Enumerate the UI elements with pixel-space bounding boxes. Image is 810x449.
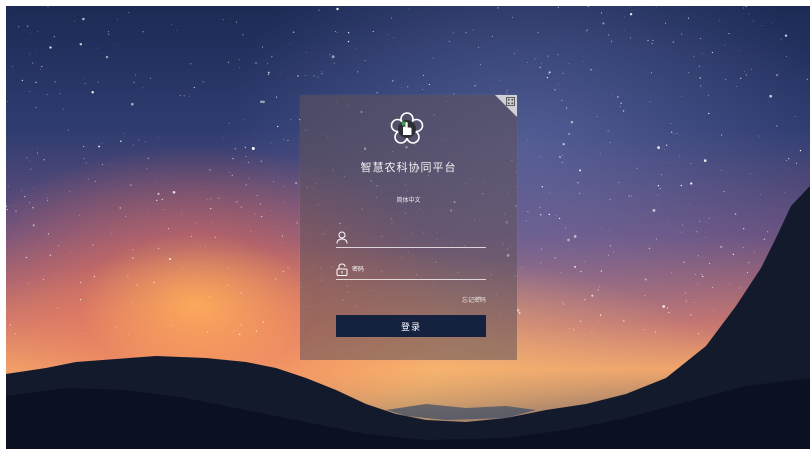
flower-hand-logo-icon [390,112,424,144]
background-night-sky: 智慧农科协同平台 简体中文 忘记密码 登录 [6,6,810,449]
username-input[interactable] [352,231,482,244]
forgot-password-link[interactable]: 忘记密码 [462,295,486,304]
login-card: 智慧农科协同平台 简体中文 忘记密码 登录 [300,95,517,360]
password-field [336,261,486,280]
language-selector[interactable]: 简体中文 [300,195,517,204]
user-icon [336,231,348,244]
username-field [336,229,486,248]
login-button[interactable]: 登录 [336,315,486,337]
platform-title: 智慧农科协同平台 [360,161,457,174]
lock-icon [336,263,348,276]
password-input[interactable] [352,263,482,276]
qr-code-icon[interactable] [506,97,515,106]
